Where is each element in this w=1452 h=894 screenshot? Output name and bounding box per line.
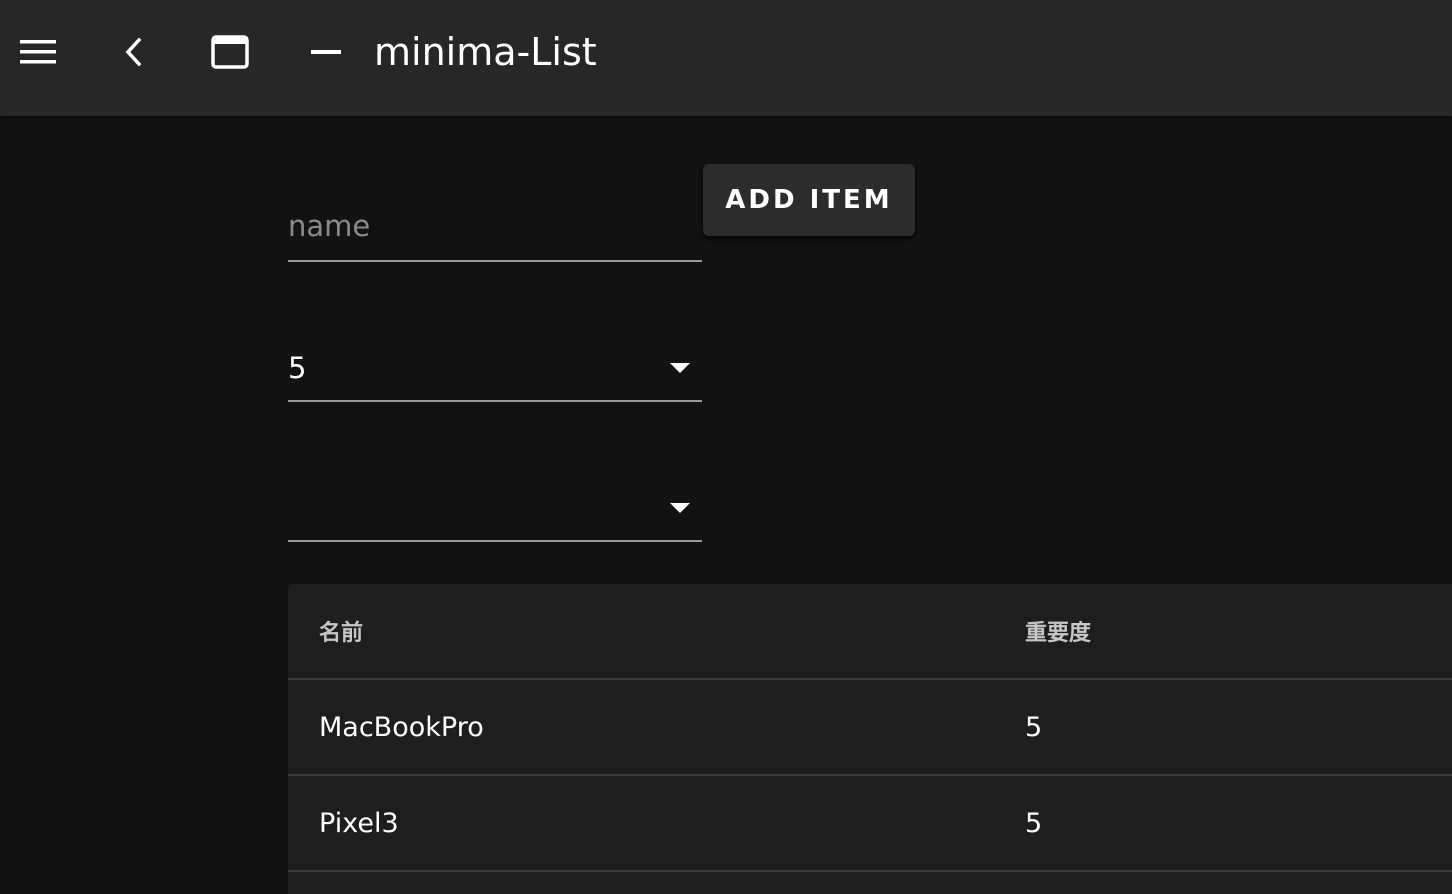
minimize-icon — [311, 50, 341, 54]
window-maximize-icon — [211, 35, 249, 69]
table-row[interactable]: MacBookPro 5 — [288, 680, 1452, 776]
chevron-left-icon — [125, 37, 142, 67]
column-header-name[interactable]: 名前 — [319, 584, 363, 678]
dropdown-arrow-icon — [670, 503, 690, 513]
back-button[interactable] — [108, 26, 160, 78]
name-field[interactable] — [288, 196, 702, 262]
name-input[interactable] — [288, 206, 702, 246]
menu-button[interactable] — [12, 26, 64, 78]
cell-importance: 5 — [1025, 807, 1043, 839]
add-item-button[interactable]: ADD ITEM — [703, 164, 915, 236]
cell-name: MacBookPro — [319, 711, 484, 743]
importance-select[interactable]: 5 — [288, 336, 702, 402]
app-title: minima-List — [374, 30, 597, 74]
cell-importance: 5 — [1025, 711, 1043, 743]
table-row[interactable]: Pixel3 5 — [288, 776, 1452, 872]
column-header-importance[interactable]: 重要度 — [1025, 584, 1091, 678]
cell-name: Pixel3 — [319, 807, 399, 839]
table-header-row: 名前 重要度 — [288, 584, 1452, 680]
filter-select[interactable] — [288, 476, 702, 542]
items-table: 名前 重要度 MacBookPro 5 Pixel3 5 — [288, 584, 1452, 894]
minimize-button[interactable] — [300, 26, 352, 78]
dropdown-arrow-icon — [670, 363, 690, 373]
importance-select-value: 5 — [288, 351, 307, 385]
hamburger-menu-icon — [20, 40, 56, 64]
app-bar: minima-List — [0, 0, 1452, 116]
window-button[interactable] — [204, 26, 256, 78]
